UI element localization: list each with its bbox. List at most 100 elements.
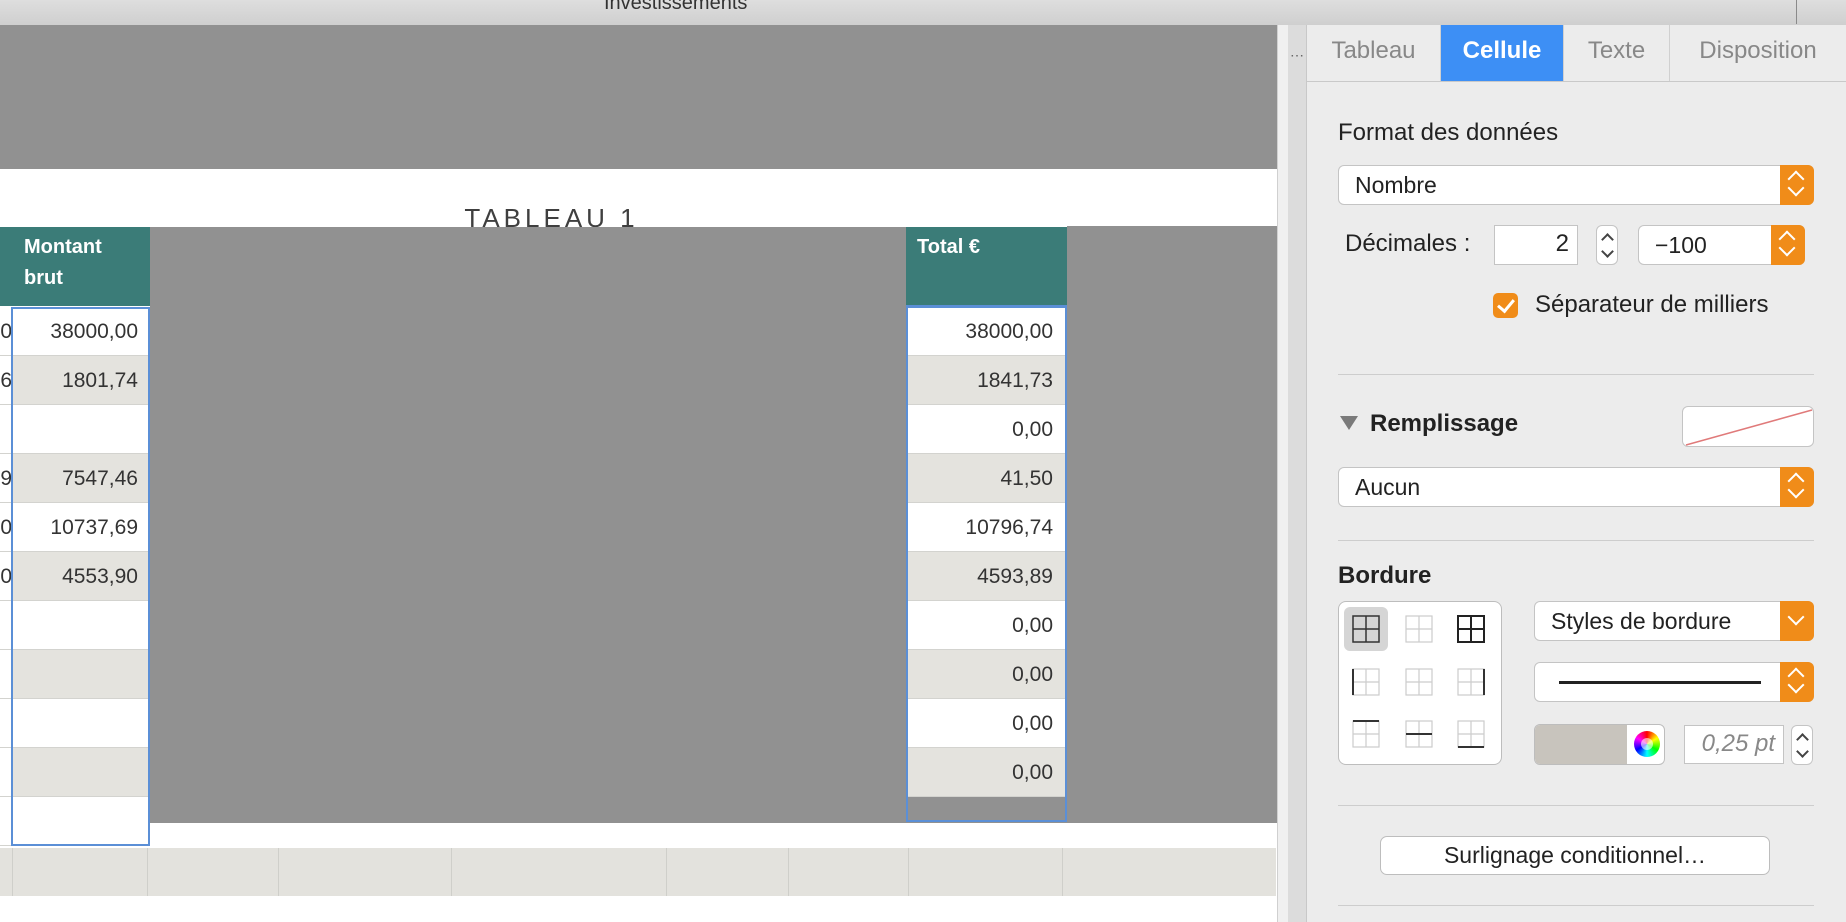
footer-divider <box>147 848 148 896</box>
document-canvas[interactable]: TABLEAU 1 Montant brut Total € 0 38000,00… <box>0 25 1288 922</box>
border-presets <box>1338 601 1502 765</box>
table-cell-montant-brut[interactable] <box>12 405 150 454</box>
table-cell[interactable] <box>0 601 12 650</box>
border-top-icon[interactable] <box>1344 712 1388 756</box>
table-cell-total[interactable]: 0,00 <box>908 748 1065 797</box>
line-style-preview <box>1559 681 1761 684</box>
decimals-stepper[interactable] <box>1596 225 1618 265</box>
footer-divider <box>666 848 667 896</box>
canvas-background-bottom <box>150 796 1277 823</box>
footer-divider <box>1062 848 1063 896</box>
header-text-line2: brut <box>24 267 63 289</box>
table-cell[interactable] <box>0 699 12 748</box>
partial-column-header[interactable] <box>0 227 12 306</box>
table-cell[interactable]: 6 <box>0 356 12 405</box>
table-cell-montant-brut[interactable] <box>12 797 150 846</box>
table-cell[interactable] <box>0 797 12 846</box>
border-line-popup[interactable] <box>1534 662 1814 702</box>
header-text-line1: Total € <box>917 236 980 258</box>
table-cell-total[interactable]: 41,50 <box>908 454 1065 503</box>
fill-color-swatch[interactable] <box>1682 406 1814 447</box>
border-styles-popup[interactable]: Styles de bordure <box>1534 601 1814 641</box>
inspector-edge: ⋯ <box>1288 25 1307 922</box>
popup-arrows-icon <box>1780 467 1814 507</box>
inspector-tabbar: Tableau Cellule Texte Disposition <box>1307 25 1846 82</box>
section-divider <box>1338 805 1814 806</box>
table-cell[interactable]: 0 <box>0 307 12 356</box>
disclosure-triangle-icon[interactable] <box>1340 416 1358 430</box>
border-right-icon[interactable] <box>1449 660 1493 704</box>
footer-divider <box>12 848 13 896</box>
border-vertical-icon[interactable] <box>1397 660 1441 704</box>
table-footer-row[interactable] <box>0 848 1276 896</box>
section-divider <box>1338 540 1814 541</box>
border-heading: Bordure <box>1338 562 1432 589</box>
table-cell-montant-brut[interactable]: 4553,90 <box>12 552 150 601</box>
window-titlebar: Investissements <box>0 0 1846 26</box>
checkmark-icon <box>1497 294 1515 314</box>
negative-format-value: −100 <box>1655 232 1707 258</box>
border-color-swatch <box>1535 725 1627 764</box>
table-cell[interactable] <box>0 748 12 797</box>
column-header-montant-brut[interactable]: Montant brut <box>12 227 150 306</box>
format-inspector: ⋯ Tableau Cellule Texte Disposition Form… <box>1288 25 1846 922</box>
table-cell-montant-brut[interactable]: 38000,00 <box>12 307 150 356</box>
negative-format-popup[interactable]: −100 <box>1638 225 1805 265</box>
conditional-highlighting-button[interactable]: Surlignage conditionnel… <box>1380 836 1770 875</box>
border-grid-icon[interactable] <box>1449 607 1493 651</box>
table-cell-total[interactable]: 1841,73 <box>908 356 1065 405</box>
table-cell-montant-brut[interactable] <box>12 748 150 797</box>
section-divider <box>1338 905 1814 906</box>
border-horizontal-icon[interactable] <box>1397 712 1441 756</box>
footer-divider <box>451 848 452 896</box>
table-cell-total[interactable]: 0,00 <box>908 405 1065 454</box>
table-cell-montant-brut[interactable] <box>12 699 150 748</box>
data-format-heading: Format des données <box>1338 119 1559 146</box>
border-left-icon[interactable] <box>1344 660 1388 704</box>
fill-heading: Remplissage <box>1370 410 1519 437</box>
section-divider <box>1338 374 1814 375</box>
table-cell[interactable] <box>0 650 12 699</box>
border-width-stepper[interactable] <box>1791 725 1813 765</box>
color-wheel-icon[interactable] <box>1634 731 1660 757</box>
table-cell[interactable]: 9 <box>0 454 12 503</box>
popup-arrows-icon <box>1780 662 1814 702</box>
tab-cellule[interactable]: Cellule <box>1441 25 1564 81</box>
table-cell[interactable]: 0 <box>0 503 12 552</box>
border-bottom-icon[interactable] <box>1449 712 1493 756</box>
tab-disposition[interactable]: Disposition <box>1670 25 1846 81</box>
thousands-separator-checkbox[interactable] <box>1493 293 1518 318</box>
border-width-field[interactable]: 0,25 pt <box>1684 725 1784 764</box>
data-format-popup[interactable]: Nombre <box>1338 165 1814 205</box>
table-cell[interactable]: 0 <box>0 552 12 601</box>
table-cell-montant-brut[interactable] <box>12 650 150 699</box>
hidden-columns-area <box>150 227 907 823</box>
table-cell-total[interactable]: 4593,89 <box>908 552 1065 601</box>
chevron-down-icon <box>1780 601 1814 641</box>
table-cell-total[interactable]: 0,00 <box>908 601 1065 650</box>
table-cell-total[interactable]: 38000,00 <box>908 307 1065 356</box>
tab-texte[interactable]: Texte <box>1564 25 1670 81</box>
popup-arrows-icon <box>1780 165 1814 205</box>
popup-arrows-icon <box>1771 225 1805 265</box>
table-cell-montant-brut[interactable]: 1801,74 <box>12 356 150 405</box>
decimals-label: Décimales : <box>1345 230 1471 257</box>
decimals-field[interactable]: 2 <box>1494 225 1578 265</box>
header-text-line1: Montant <box>24 236 102 258</box>
table-cell-total[interactable]: 0,00 <box>908 650 1065 699</box>
column-header-total[interactable]: Total € <box>906 227 1067 306</box>
footer-divider <box>278 848 279 896</box>
border-all-icon[interactable] <box>1344 607 1388 651</box>
table-cell-montant-brut[interactable]: 7547,46 <box>12 454 150 503</box>
fill-type-popup[interactable]: Aucun <box>1338 467 1814 507</box>
border-inner-icon[interactable] <box>1397 607 1441 651</box>
table-cell-total[interactable]: 0,00 <box>908 699 1065 748</box>
footer-divider <box>788 848 789 896</box>
table-cell-montant-brut[interactable]: 10737,69 <box>12 503 150 552</box>
table-cell[interactable] <box>0 405 12 454</box>
document-title: Investissements <box>604 0 748 14</box>
table-cell-total[interactable]: 10796,74 <box>908 503 1065 552</box>
border-color-well[interactable] <box>1534 724 1665 765</box>
tab-tableau[interactable]: Tableau <box>1307 25 1441 81</box>
table-cell-montant-brut[interactable] <box>12 601 150 650</box>
